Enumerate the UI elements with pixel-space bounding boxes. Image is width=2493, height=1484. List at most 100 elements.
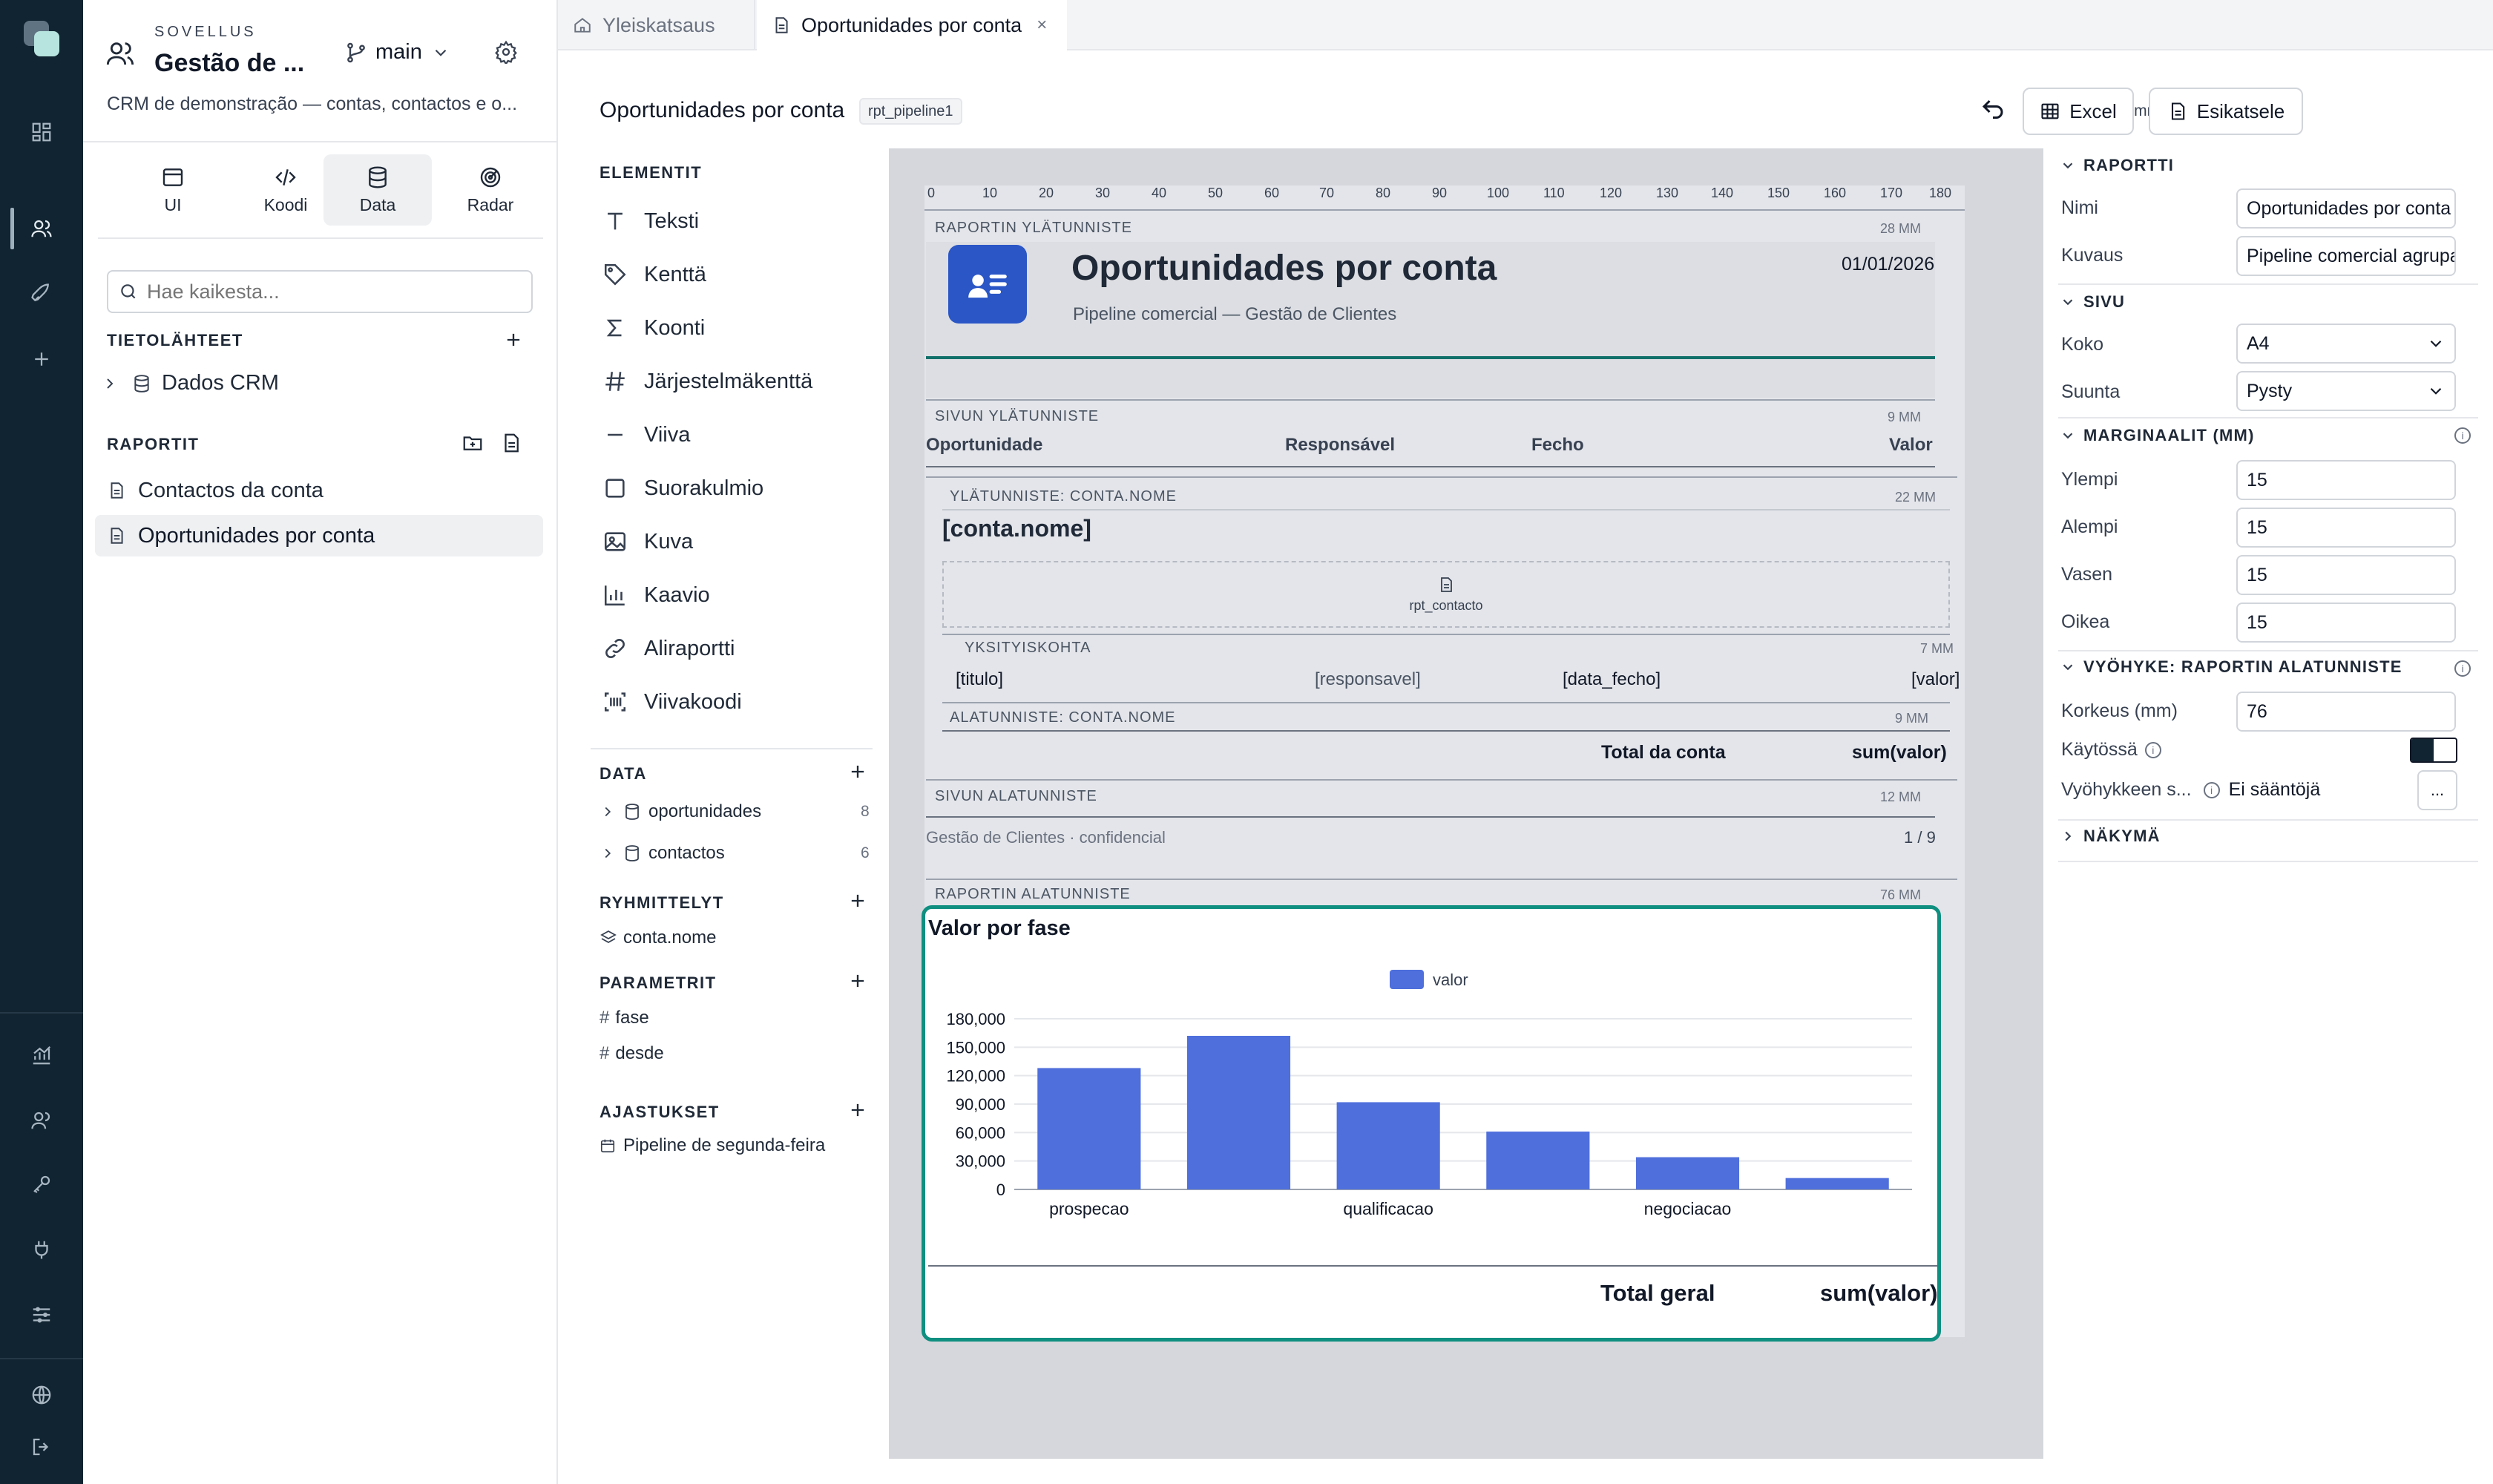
element-aggregate[interactable]: Koonti — [602, 309, 705, 347]
section-report[interactable]: RAPORTTI — [2060, 156, 2174, 175]
bar-chart[interactable]: valor 0 30,000 60,000 90,000 120,000 150,000 18… — [925, 953, 1937, 1235]
chart-title[interactable]: Valor por fase — [928, 916, 1071, 941]
grand-total-label[interactable]: Total geral — [1600, 1280, 1715, 1307]
group-total-value[interactable]: sum(valor) — [1852, 742, 1947, 764]
margin-right-field[interactable]: 15 — [2236, 603, 2456, 643]
add-datasource-icon[interactable] — [503, 329, 524, 350]
report-item-active[interactable]: Oportunidades por conta — [95, 515, 543, 556]
element-barcode[interactable]: Viivakoodi — [602, 683, 742, 721]
mode-ui[interactable]: UI — [120, 154, 226, 226]
element-line[interactable]: Viiva — [602, 416, 690, 454]
name-field[interactable]: Oportunidades por conta — [2236, 188, 2456, 229]
column-header[interactable]: Fecho — [1531, 435, 1584, 456]
element-subreport[interactable]: Aliraportti — [602, 629, 735, 668]
param-item[interactable]: # fase — [600, 1008, 649, 1028]
key-icon[interactable] — [22, 1165, 61, 1204]
column-header[interactable]: Responsável — [1285, 435, 1395, 456]
group-item[interactable]: conta.nome — [600, 928, 716, 948]
report-subtitle[interactable]: Pipeline comercial — Gestão de Clientes — [1073, 304, 1396, 325]
enabled-toggle[interactable] — [2410, 738, 2457, 763]
section-zone[interactable]: VYÖHYKE: RAPORTIN ALATUNNISTE — [2060, 657, 2402, 677]
report-item[interactable]: Contactos da conta — [95, 470, 543, 510]
sliders-icon[interactable] — [22, 1296, 61, 1334]
rules-edit-button[interactable]: ... — [2417, 770, 2457, 810]
add-data-icon[interactable] — [847, 761, 868, 782]
branch-selector[interactable]: main — [344, 40, 450, 65]
margin-left-field[interactable]: 15 — [2236, 555, 2456, 595]
element-rectangle[interactable]: Suorakulmio — [602, 469, 763, 508]
band-group-header[interactable]: YLÄTUNNISTE: CONTA.NOME — [950, 488, 1177, 505]
detail-field[interactable]: [titulo] — [956, 669, 1003, 690]
tab-close-icon[interactable]: × — [1037, 15, 1047, 36]
section-page[interactable]: SIVU — [2060, 292, 2125, 312]
info-icon[interactable]: i — [2144, 741, 2161, 758]
detail-field[interactable]: [data_fecho] — [1563, 669, 1661, 690]
globe-icon[interactable] — [22, 1376, 61, 1414]
team-icon[interactable] — [22, 1101, 61, 1140]
band-report-header[interactable]: RAPORTIN YLÄTUNNISTE — [935, 220, 1132, 237]
add-schedule-icon[interactable] — [847, 1100, 868, 1120]
excel-button[interactable]: Excel — [2023, 88, 2134, 135]
dashboard-icon[interactable] — [22, 113, 61, 151]
app-name[interactable]: Gestão de ... — [154, 49, 304, 78]
datasource-item[interactable]: Dados CRM — [101, 371, 279, 395]
undo-icon[interactable] — [1980, 96, 2006, 123]
detail-field[interactable]: [valor] — [1911, 669, 1960, 690]
subreport-placeholder[interactable]: rpt_contacto — [942, 561, 1950, 628]
grand-total-value[interactable]: sum(valor) — [1820, 1280, 1937, 1307]
search-box[interactable] — [107, 270, 533, 313]
section-view[interactable]: NÄKYMÄ — [2060, 827, 2161, 846]
margin-bottom-field[interactable]: 15 — [2236, 508, 2456, 548]
preview-button[interactable]: Esikatsele — [2149, 88, 2303, 135]
group-total-label[interactable]: Total da conta — [1601, 742, 1726, 764]
size-select[interactable]: A4 — [2236, 324, 2456, 364]
add-param-icon[interactable] — [847, 971, 868, 991]
column-header[interactable]: Valor — [1889, 435, 1933, 456]
tab-report[interactable]: Oportunidades por conta × — [757, 0, 1067, 50]
plug-icon[interactable] — [22, 1230, 61, 1269]
orientation-select[interactable]: Pysty — [2236, 371, 2456, 411]
tab-overview[interactable]: Yleiskatsaus — [558, 0, 755, 50]
report-heading[interactable]: Oportunidades por conta — [1071, 248, 1497, 289]
param-item[interactable]: # desde — [600, 1043, 664, 1064]
header-rule[interactable] — [926, 356, 1935, 359]
info-icon[interactable]: i — [2203, 781, 2220, 798]
band-group-footer[interactable]: ALATUNNISTE: CONTA.NOME — [950, 709, 1176, 726]
band-detail[interactable]: YKSITYISKOHTA — [965, 640, 1091, 657]
schedule-item[interactable]: Pipeline de segunda-feira — [600, 1135, 825, 1156]
data-item[interactable]: oportunidades — [600, 801, 761, 822]
new-folder-icon[interactable] — [462, 432, 484, 454]
mode-code[interactable]: Koodi — [233, 154, 338, 226]
data-item[interactable]: contactos — [600, 843, 725, 864]
mode-data[interactable]: Data — [323, 154, 432, 226]
analytics-icon[interactable] — [22, 1036, 61, 1074]
page-number[interactable]: 1 / 9 — [1904, 828, 1936, 847]
info-icon[interactable]: i — [2454, 660, 2471, 677]
add-group-icon[interactable] — [847, 890, 868, 911]
margin-top-field[interactable]: 15 — [2236, 460, 2456, 500]
detail-field[interactable]: [responsavel] — [1315, 669, 1421, 690]
rocket-icon[interactable] — [22, 275, 61, 313]
band-page-header[interactable]: SIVUN YLÄTUNNISTE — [935, 408, 1099, 425]
users-icon[interactable] — [22, 209, 61, 248]
column-header[interactable]: Oportunidade — [926, 435, 1042, 456]
mode-radar[interactable]: Radar — [438, 154, 543, 226]
report-logo[interactable] — [948, 245, 1027, 324]
element-text[interactable]: Teksti — [602, 202, 699, 240]
add-icon[interactable] — [22, 340, 61, 378]
report-date[interactable]: 01/01/2026 — [1842, 254, 1934, 275]
report-footer-selected[interactable]: Valor por fase valor 0 30,000 60,000 90,000 1… — [922, 905, 1941, 1342]
new-report-icon[interactable] — [500, 432, 522, 454]
description-field[interactable]: Pipeline comercial agrupado — [2236, 236, 2456, 276]
app-logo-icon[interactable] — [22, 19, 61, 58]
page-footer-text[interactable]: Gestão de Clientes · confidencial — [926, 828, 1166, 847]
band-report-footer[interactable]: RAPORTIN ALATUNNISTE — [935, 886, 1131, 903]
band-page-footer[interactable]: SIVUN ALATUNNISTE — [935, 788, 1097, 805]
element-field[interactable]: Kenttä — [602, 255, 706, 294]
logout-icon[interactable] — [22, 1428, 61, 1466]
settings-gear-icon[interactable] — [494, 40, 518, 64]
info-icon[interactable]: i — [2454, 427, 2471, 444]
search-input[interactable] — [147, 280, 518, 303]
height-field[interactable]: 76 — [2236, 692, 2456, 732]
section-margins[interactable]: MARGINAALIT (MM) — [2060, 426, 2255, 445]
